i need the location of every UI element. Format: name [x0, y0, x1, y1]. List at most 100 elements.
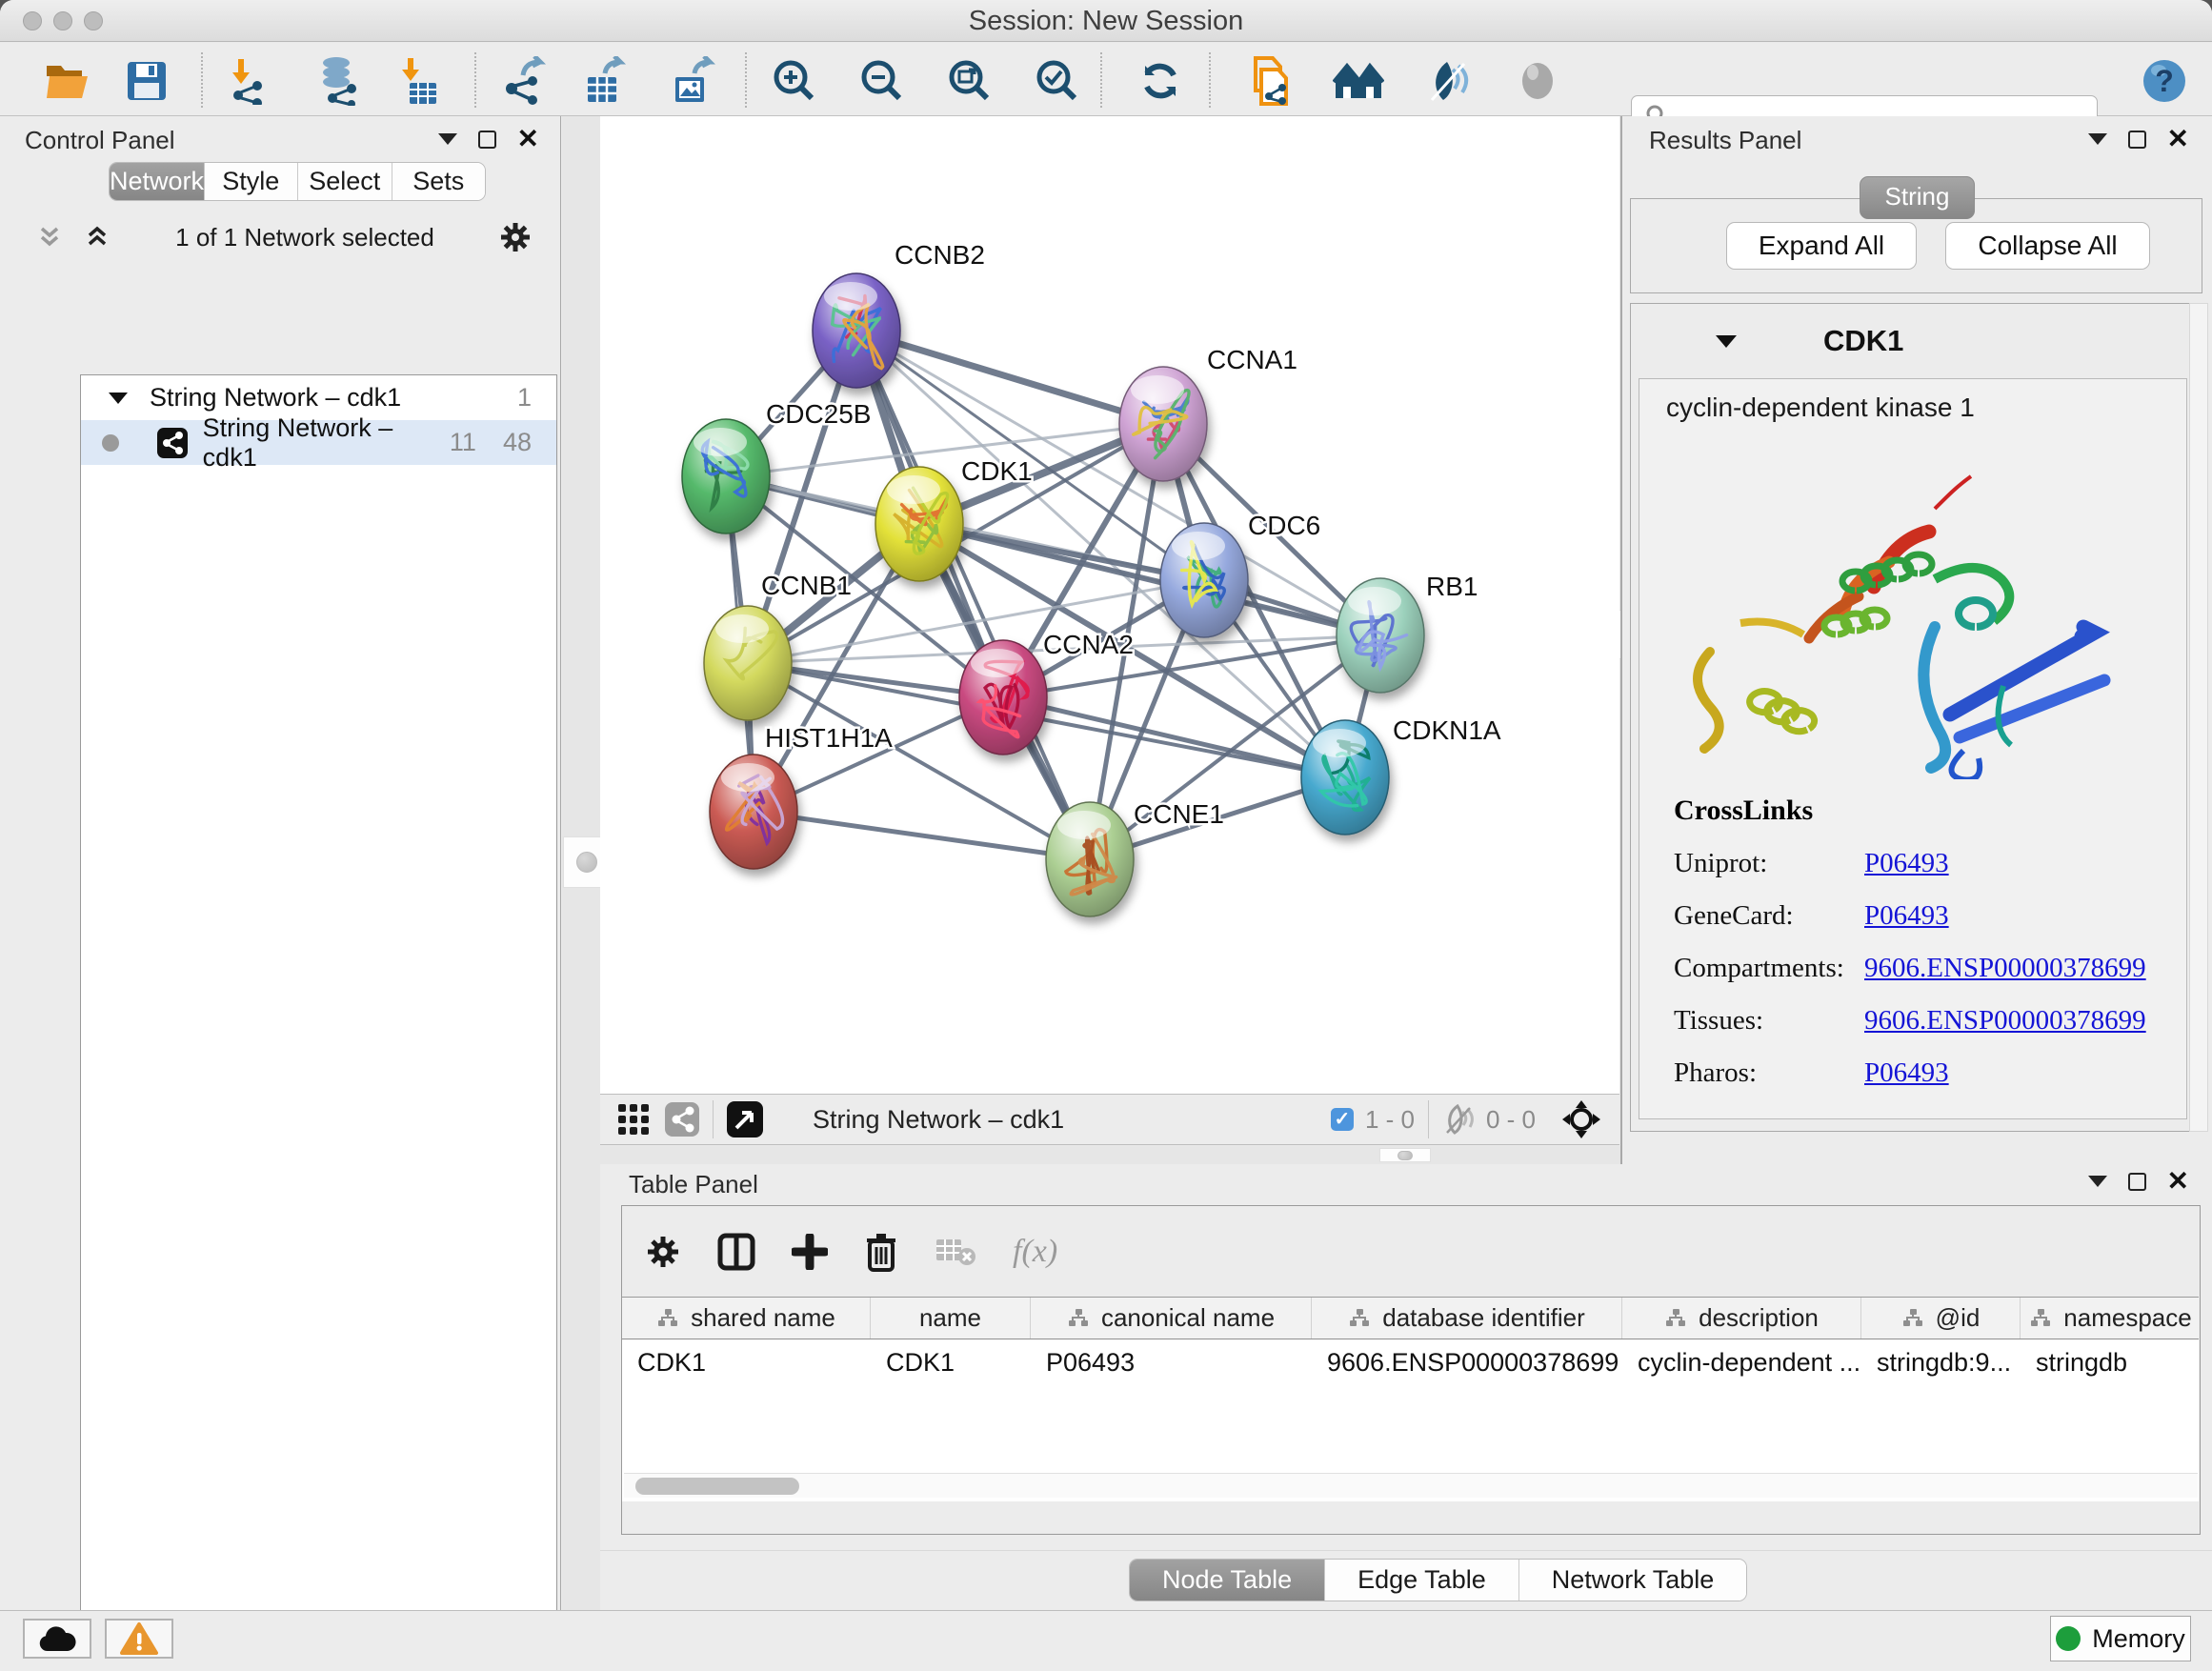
- close-panel-icon[interactable]: ✕: [517, 130, 539, 149]
- help-button[interactable]: ?: [2140, 56, 2189, 106]
- network-node-CCNA1[interactable]: [1119, 367, 1207, 481]
- gene-name: CDK1: [1823, 324, 1903, 358]
- cloud-status-button[interactable]: [23, 1619, 91, 1659]
- network-node-HIST1H1A[interactable]: [710, 755, 797, 869]
- pan-crosshair-icon[interactable]: [1560, 1098, 1602, 1140]
- export-network-button[interactable]: [499, 56, 549, 106]
- table-hscrollbar-thumb[interactable]: [635, 1478, 799, 1495]
- delete-table-icon[interactable]: [935, 1236, 976, 1268]
- table-row[interactable]: CDK1CDK1P064939606.ENSP00000378699cyclin…: [622, 1339, 2199, 1385]
- collapse-panel-icon[interactable]: [2088, 1176, 2107, 1187]
- network-edge-CCNB2-CCNA1[interactable]: [856, 331, 1163, 424]
- save-session-button[interactable]: [122, 56, 171, 106]
- network-edge-HIST1H1A-CCNE1[interactable]: [754, 812, 1090, 859]
- tab-node-table[interactable]: Node Table: [1130, 1560, 1324, 1601]
- apply-function-button[interactable]: f(x): [1013, 1234, 1057, 1270]
- hidden-eye-icon[interactable]: [1442, 1104, 1477, 1135]
- export-table-button[interactable]: [579, 56, 629, 106]
- crosslink-value[interactable]: P06493: [1864, 1057, 1949, 1089]
- table-settings-gear-icon[interactable]: [645, 1234, 681, 1270]
- network-options-gear-icon[interactable]: [499, 221, 532, 253]
- table-cell[interactable]: stringdb:9...: [1861, 1339, 2021, 1385]
- tab-edge-table[interactable]: Edge Table: [1324, 1560, 1518, 1601]
- memory-button[interactable]: Memory: [2050, 1616, 2191, 1661]
- collapse-panel-icon[interactable]: [2088, 133, 2107, 145]
- column-visibility-icon[interactable]: [717, 1233, 755, 1271]
- import-table-file-button[interactable]: [392, 56, 442, 106]
- column-header[interactable]: @id: [1861, 1298, 2021, 1339]
- float-panel-icon[interactable]: [2128, 131, 2146, 149]
- expand-all-tree-icon[interactable]: [36, 225, 63, 250]
- table-cell[interactable]: stringdb: [2021, 1339, 2199, 1385]
- import-network-database-button[interactable]: [314, 56, 364, 106]
- network-node-CDC25B[interactable]: [682, 419, 770, 534]
- table-cell[interactable]: P06493: [1031, 1339, 1312, 1385]
- network-from-selection-button[interactable]: [1246, 56, 1296, 106]
- tab-sets[interactable]: Sets: [392, 163, 486, 200]
- network-node-CCNB1[interactable]: [704, 606, 792, 720]
- network-row[interactable]: String Network – cdk1 11 48: [81, 420, 556, 465]
- column-header[interactable]: name: [871, 1298, 1031, 1339]
- zoom-out-button[interactable]: [857, 56, 907, 106]
- column-header[interactable]: namespace: [2021, 1298, 2199, 1339]
- show-all-button[interactable]: [1513, 56, 1562, 106]
- tab-network-table[interactable]: Network Table: [1518, 1560, 1747, 1601]
- hide-selected-button[interactable]: [1423, 56, 1473, 106]
- column-header[interactable]: database identifier: [1312, 1298, 1622, 1339]
- close-panel-icon[interactable]: ✕: [2167, 130, 2189, 149]
- apply-layout-button[interactable]: [1136, 56, 1185, 106]
- network-node-label: CCNA1: [1207, 345, 1297, 374]
- add-column-icon[interactable]: [792, 1234, 828, 1270]
- network-node-CCNA2[interactable]: [959, 640, 1047, 755]
- tab-select[interactable]: Select: [297, 163, 392, 200]
- crosslink-value[interactable]: 9606.ENSP00000378699: [1864, 953, 2146, 984]
- column-header[interactable]: shared name: [622, 1298, 871, 1339]
- column-header[interactable]: description: [1622, 1298, 1861, 1339]
- zoom-in-button[interactable]: [770, 56, 819, 106]
- selected-checkbox[interactable]: ✓: [1331, 1108, 1354, 1131]
- network-edge-CCNB2-CCNE1[interactable]: [856, 331, 1090, 859]
- table-cell[interactable]: CDK1: [871, 1339, 1031, 1385]
- network-node-CDK1[interactable]: [875, 467, 963, 581]
- tab-network[interactable]: Network: [110, 163, 204, 200]
- crosslink-value[interactable]: P06493: [1864, 848, 1949, 879]
- network-canvas[interactable]: CCNB2CCNA1CDC25BCDK1CDC6RB1CCNB1CCNA2CDK…: [600, 116, 1619, 1094]
- first-neighbors-button[interactable]: [1334, 56, 1383, 106]
- network-edge-CCNA2-CDKN1A[interactable]: [1003, 697, 1345, 777]
- table-hscrollbar-track[interactable]: [624, 1473, 2198, 1498]
- float-panel-icon[interactable]: [2128, 1173, 2146, 1191]
- tree-expander-icon[interactable]: [108, 391, 129, 406]
- bottom-splitter-handle[interactable]: [1379, 1148, 1431, 1162]
- grid-view-icon[interactable]: [617, 1103, 650, 1136]
- entry-expander-icon[interactable]: [1715, 333, 1738, 350]
- export-image-button[interactable]: [667, 56, 716, 106]
- crosslink-value[interactable]: P06493: [1864, 900, 1949, 932]
- network-node-CDKN1A[interactable]: [1301, 720, 1389, 835]
- results-scrollbar-track[interactable]: [2189, 303, 2208, 1132]
- birdseye-view-icon[interactable]: [727, 1101, 763, 1137]
- zoom-fit-button[interactable]: [945, 56, 995, 106]
- table-cell[interactable]: cyclin-dependent ...: [1622, 1339, 1861, 1385]
- network-node-CCNE1[interactable]: [1046, 802, 1134, 916]
- delete-column-trash-icon[interactable]: [864, 1232, 898, 1272]
- expand-all-button[interactable]: Expand All: [1726, 222, 1917, 270]
- float-panel-icon[interactable]: [478, 131, 496, 149]
- tab-style[interactable]: Style: [204, 163, 298, 200]
- column-header[interactable]: canonical name: [1031, 1298, 1312, 1339]
- network-node-CDC6[interactable]: [1160, 523, 1248, 637]
- collapse-all-button[interactable]: Collapse All: [1945, 222, 2150, 270]
- network-view-icon[interactable]: [665, 1102, 699, 1137]
- table-cell[interactable]: 9606.ENSP00000378699: [1312, 1339, 1622, 1385]
- open-session-button[interactable]: [42, 56, 91, 106]
- import-network-file-button[interactable]: [223, 56, 272, 106]
- collapse-panel-icon[interactable]: [438, 133, 457, 145]
- network-node-CCNB2[interactable]: [813, 273, 900, 388]
- tab-string[interactable]: String: [1860, 176, 1976, 219]
- network-node-RB1[interactable]: [1337, 578, 1424, 693]
- close-panel-icon[interactable]: ✕: [2167, 1172, 2189, 1191]
- table-cell[interactable]: CDK1: [622, 1339, 871, 1385]
- warning-status-button[interactable]: [105, 1619, 173, 1659]
- collapse-all-tree-icon[interactable]: [84, 225, 111, 250]
- crosslink-value[interactable]: 9606.ENSP00000378699: [1864, 1005, 2146, 1037]
- zoom-selected-button[interactable]: [1033, 56, 1082, 106]
